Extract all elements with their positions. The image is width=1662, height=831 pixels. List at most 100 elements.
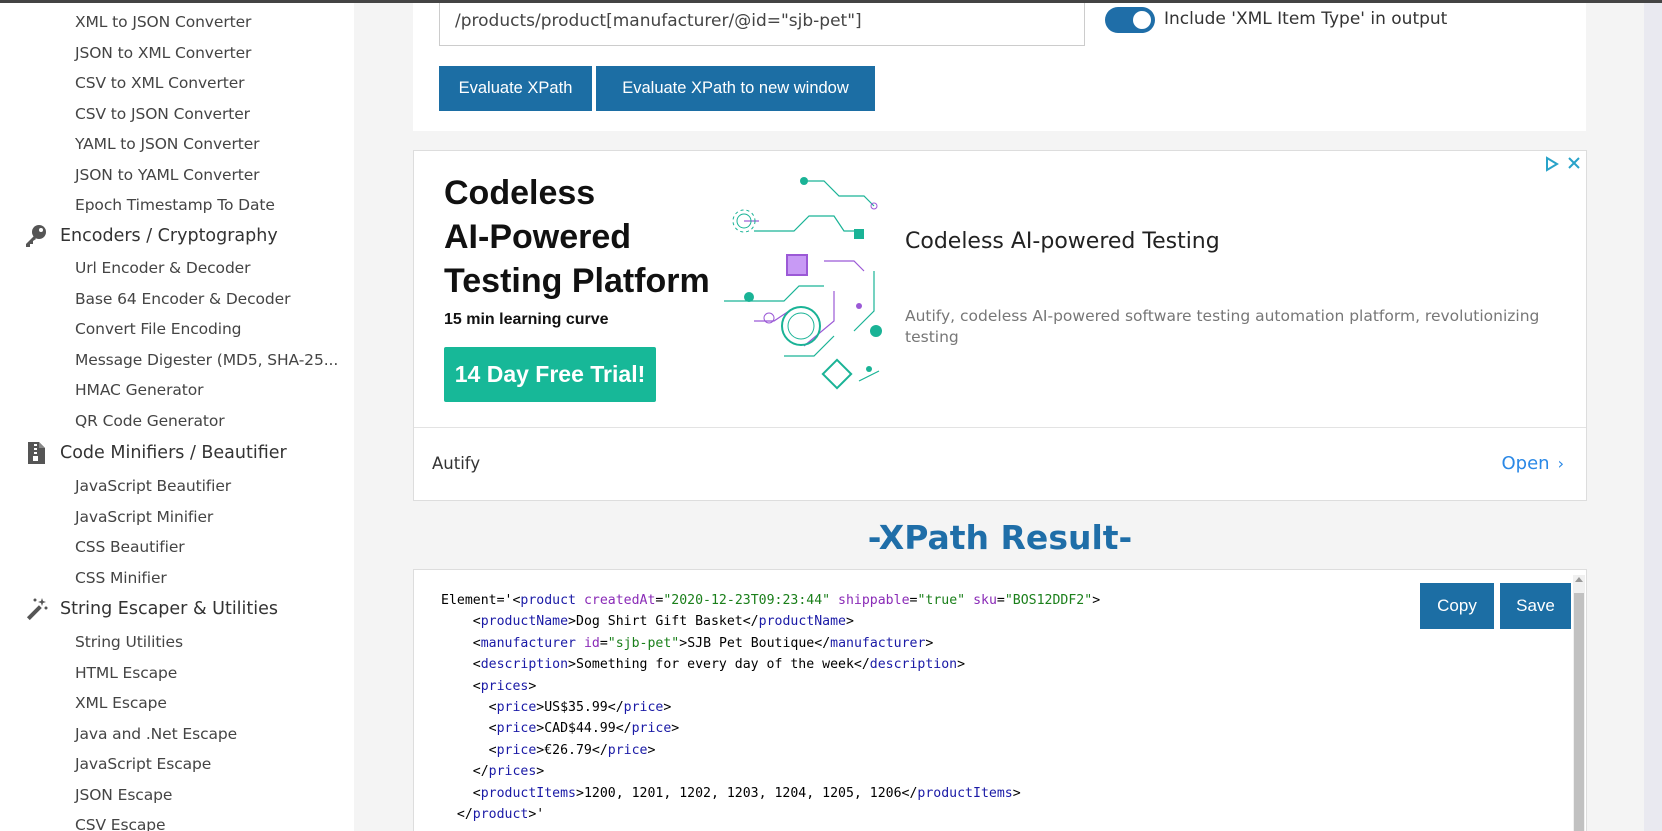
ad-title[interactable]: Codeless AI-powered Testing <box>905 229 1220 254</box>
scrollbar-thumb[interactable] <box>1574 593 1584 831</box>
toggle-knob <box>1133 11 1151 29</box>
advertisement[interactable]: Codeless AI-Powered Testing Platform 15 … <box>413 150 1587 501</box>
sidebar-category-string[interactable]: String Escaper & Utilities <box>22 595 278 623</box>
code-tag: price <box>607 742 648 758</box>
code-tag: prices <box>480 678 529 694</box>
sidebar-item-string-utilities[interactable]: String Utilities <box>75 633 183 651</box>
sidebar-item-json-to-yaml[interactable]: JSON to YAML Converter <box>75 166 260 184</box>
xpath-expression-input[interactable]: /products/product[manufacturer/@id="sjb-… <box>439 0 1085 46</box>
code-text: Dog Shirt Gift Basket <box>576 614 743 630</box>
code-tag: productItems <box>917 785 1013 801</box>
result-output[interactable]: Element='<product createdAt="2020-12-23T… <box>413 569 1587 831</box>
close-icon[interactable] <box>1566 155 1582 171</box>
sidebar-item-csv-escape[interactable]: CSV Escape <box>75 816 166 831</box>
sidebar-item-js-beautifier[interactable]: JavaScript Beautifier <box>75 477 231 495</box>
sidebar-item-css-minifier[interactable]: CSS Minifier <box>75 569 167 587</box>
ad-circuit-illustration <box>724 177 882 390</box>
ad-brand: Autify <box>432 454 481 473</box>
sidebar-category-minifiers[interactable]: Code Minifiers / Beautifier <box>22 439 287 467</box>
ad-open-link[interactable]: Open › <box>1502 453 1564 474</box>
result-title: -XPath Result- <box>867 518 1133 557</box>
ad-divider <box>414 427 1586 428</box>
code-tag: manufacturer <box>830 635 926 651</box>
code-tag: product <box>472 807 529 823</box>
code-tag: manufacturer <box>480 635 576 651</box>
sidebar-item-epoch-timestamp[interactable]: Epoch Timestamp To Date <box>75 196 275 214</box>
ad-open-label: Open <box>1501 453 1550 474</box>
ad-headline-line: Codeless <box>444 174 596 212</box>
code-tag: productItems <box>480 785 576 801</box>
code-tag: price <box>496 721 537 737</box>
code-value: "sjb-pet" <box>607 635 680 651</box>
key-icon <box>22 222 50 250</box>
ad-description: Autify, codeless AI-powered software tes… <box>905 307 1540 346</box>
sidebar-item-csv-to-json[interactable]: CSV to JSON Converter <box>75 105 250 123</box>
sidebar-item-yaml-to-json[interactable]: YAML to JSON Converter <box>75 135 260 153</box>
code-text: 1200, 1201, 1202, 1203, 1204, 1205, 1206 <box>583 785 902 801</box>
code-value: "true" <box>917 593 966 608</box>
sidebar-item-json-escape[interactable]: JSON Escape <box>75 786 172 804</box>
code-text: US$35.99 <box>544 700 608 716</box>
ad-cta-button[interactable]: 14 Day Free Trial! <box>444 347 656 402</box>
sidebar-item-java-net-escape[interactable]: Java and .Net Escape <box>75 725 237 743</box>
code-attr: sku <box>973 593 997 608</box>
code-value: "BOS12DDF2" <box>1004 593 1093 608</box>
code-text: Element='< <box>441 593 521 608</box>
sidebar-item-csv-to-xml[interactable]: CSV to XML Converter <box>75 74 245 92</box>
result-scrollbar[interactable] <box>1573 575 1585 831</box>
sidebar-item-html-escape[interactable]: HTML Escape <box>75 664 177 682</box>
code-tag: description <box>869 657 958 673</box>
code-tag: price <box>623 700 664 716</box>
sidebar-category-label: String Escaper & Utilities <box>60 599 279 619</box>
ad-headline-line: AI-Powered <box>444 218 632 256</box>
sidebar-item-message-digester[interactable]: Message Digester (MD5, SHA-25... <box>75 351 338 369</box>
sidebar-item-url-encoder[interactable]: Url Encoder & Decoder <box>75 259 250 277</box>
code-tag: productName <box>758 614 846 630</box>
sidebar-item-xml-escape[interactable]: XML Escape <box>75 694 167 712</box>
sidebar-item-qr-code[interactable]: QR Code Generator <box>75 412 225 430</box>
code-text: Something for every day of the week <box>576 657 854 673</box>
result-code: Element='<product createdAt="2020-12-23T… <box>441 593 1101 823</box>
code-tag: prices <box>488 764 537 780</box>
magic-wand-icon <box>22 595 50 623</box>
ad-headline-line: Testing Platform <box>444 262 710 300</box>
toggle-label: Include 'XML Item Type' in output <box>1164 9 1448 29</box>
sidebar-item-convert-file-encoding[interactable]: Convert File Encoding <box>75 320 242 338</box>
code-tag: price <box>496 742 537 758</box>
right-gutter <box>1644 0 1662 831</box>
save-button[interactable]: Save <box>1500 583 1571 629</box>
sidebar-item-base64[interactable]: Base 64 Encoder & Decoder <box>75 290 290 308</box>
sidebar-item-hmac[interactable]: HMAC Generator <box>75 381 204 399</box>
code-attr: createdAt <box>583 593 656 608</box>
evaluate-xpath-button[interactable]: Evaluate XPath <box>439 66 592 111</box>
code-tag: description <box>480 657 569 673</box>
code-tag: price <box>496 700 537 716</box>
code-text: CAD$44.99 <box>544 721 616 737</box>
code-tag: productName <box>480 614 569 630</box>
sidebar-item-javascript-escape[interactable]: JavaScript Escape <box>75 755 211 773</box>
sidebar-nav: XML to JSON Converter JSON to XML Conver… <box>0 0 354 831</box>
ad-choices-icon[interactable] <box>1544 156 1560 172</box>
code-value: "2020-12-23T09:23:44" <box>663 593 831 608</box>
ad-subline: 15 min learning curve <box>444 311 609 328</box>
code-text: €26.79 <box>544 742 592 758</box>
zip-file-icon <box>22 439 50 467</box>
scroll-up-arrow-icon[interactable] <box>1575 577 1583 582</box>
chevron-right-icon: › <box>1557 454 1564 473</box>
code-attr: id <box>583 635 600 651</box>
include-item-type-toggle[interactable] <box>1105 7 1155 33</box>
sidebar-item-json-to-xml[interactable]: JSON to XML Converter <box>75 44 251 62</box>
sidebar-category-encoders[interactable]: Encoders / Cryptography <box>22 222 278 250</box>
code-attr: shippable <box>838 593 910 608</box>
ad-headline: Codeless AI-Powered Testing Platform <box>444 171 710 303</box>
evaluate-xpath-new-window-button[interactable]: Evaluate XPath to new window <box>596 66 875 111</box>
sidebar-item-js-minifier[interactable]: JavaScript Minifier <box>75 508 213 526</box>
code-text: ' <box>536 807 545 823</box>
copy-button[interactable]: Copy <box>1420 583 1494 629</box>
sidebar-category-label: Encoders / Cryptography <box>60 226 278 246</box>
code-tag: product <box>520 593 576 608</box>
top-window-bar <box>0 0 1662 3</box>
sidebar-item-css-beautifier[interactable]: CSS Beautifier <box>75 538 185 556</box>
sidebar-item-xml-to-json[interactable]: XML to JSON Converter <box>75 13 251 31</box>
code-text: SJB Pet Boutique <box>687 635 815 651</box>
